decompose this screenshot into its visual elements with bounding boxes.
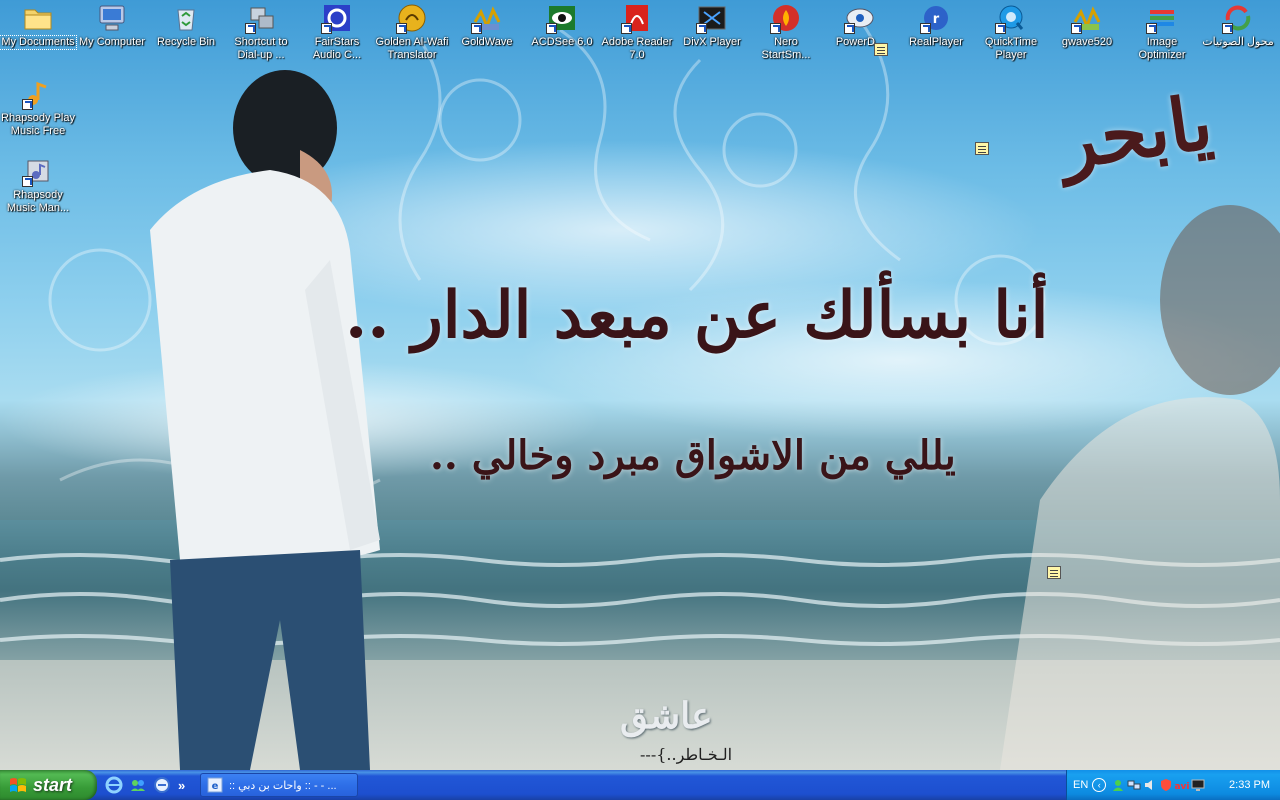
desktop-icon-my-documents[interactable]: My Documents [0,2,77,50]
sticky-note-icon[interactable] [975,142,989,155]
gwave-icon [1071,2,1103,34]
outlook-express-icon[interactable] [152,775,172,795]
internet-explorer-icon[interactable] [104,775,124,795]
dialup-icon [245,2,277,34]
start-label: start [33,774,73,795]
desktop-icon-divx-player[interactable]: DivX Player [674,2,750,49]
desktop-icon-goldwave[interactable]: GoldWave [449,2,525,49]
wallpaper-signature-sub: الـخـاطر..}--- [640,745,733,764]
language-indicator[interactable]: EN [1073,779,1088,791]
desktop-icon-recycle-bin[interactable]: Recycle Bin [148,2,224,49]
wallpaper-poem-line-1: أنا بسألك عن مبعد الدار .. [345,278,1049,353]
security-tray-icon[interactable] [1159,778,1173,792]
svg-text:avi: avi [1175,782,1189,792]
rhapsody-manager-icon [22,155,54,187]
desktop-icon-my-computer[interactable]: My Computer [74,2,150,49]
taskbar-window-title: :: واحات بن دبي :: - - ... [229,779,337,792]
desktop-icon-quicktime[interactable]: QuickTime Player [973,2,1049,62]
sticky-note-icon[interactable] [874,43,888,56]
image-optimizer-icon [1146,2,1178,34]
wallpaper-signature: عاشق [620,695,713,737]
desktop-icon-realplayer[interactable]: r RealPlayer [898,2,974,49]
goldwave-icon [471,2,503,34]
realplayer-icon: r [920,2,952,34]
computer-icon [96,2,128,34]
desktop-icon-rhapsody-manager[interactable]: Rhapsody Music Man... [0,155,76,215]
nero-icon [770,2,802,34]
taskbar-window-button[interactable]: e :: واحات بن دبي :: - - ... [200,773,358,797]
desktop-wallpaper: يابحر أنا بسألك عن مبعد الدار .. يللي من… [0,0,1280,770]
powerdvd-icon [844,2,876,34]
desktop-icon-nero[interactable]: Nero StartSm... [748,2,824,62]
desktop-icon-dialup-shortcut[interactable]: Shortcut to Dial-up ... [223,2,299,62]
desktop-icon-image-optimizer[interactable]: Image Optimizer [1124,2,1200,62]
svg-text:e: e [212,781,219,792]
show-hidden-icons-chevron-icon[interactable]: ‹ [1092,778,1107,792]
wallpaper-poem-line-2: يللي من الاشواق مبرد وخالي .. [430,432,956,479]
rhapsody-play-icon [22,78,54,110]
desktop-icon-adobe-reader[interactable]: Adobe Reader 7.0 [599,2,675,62]
quick-launch-bar: » [104,774,185,796]
audio-converter-icon [1222,2,1254,34]
taskbar: start » e :: واحات بن دبي :: - - ... EN … [0,770,1280,800]
quick-launch-more-chevron[interactable]: » [178,778,185,793]
sticky-note-icon[interactable] [1047,566,1061,579]
desktop-icon-audio-converter[interactable]: محول الصوتيات [1200,2,1276,49]
recycle-bin-icon [170,2,202,34]
acdsee-icon [546,2,578,34]
quicktime-icon [995,2,1027,34]
desktop-icon-acdsee[interactable]: ACDSee 6.0 [524,2,600,49]
messenger-tray-icon[interactable] [1111,778,1125,792]
fairstars-icon [321,2,353,34]
adobe-reader-icon [621,2,653,34]
antivirus-tray-icon[interactable]: avi [1175,778,1189,792]
display-tray-icon[interactable] [1191,778,1205,792]
desktop-icon-powerdvd[interactable]: PowerD... [822,2,898,49]
system-tray: EN ‹ avi 2:33 PM [1066,770,1280,800]
network-tray-icon[interactable] [1127,778,1141,792]
divx-icon [696,2,728,34]
translator-icon [396,2,428,34]
desktop-icon-rhapsody-play[interactable]: Rhapsody Play Music Free [0,78,76,138]
start-button[interactable]: start [0,770,97,800]
speaker-tray-icon[interactable] [1143,778,1157,792]
system-clock[interactable]: 2:33 PM [1229,779,1270,791]
desktop-icon-fairstars[interactable]: FairStars Audio C... [299,2,375,62]
desktop-icon-gwave520[interactable]: gwave520 [1049,2,1125,49]
folder-icon [22,2,54,34]
internet-explorer-icon: e [207,777,223,793]
svg-text:r: r [933,12,940,27]
msn-messenger-icon[interactable] [128,775,148,795]
windows-flag-icon [10,778,26,792]
desktop-icon-golden-alwafi[interactable]: Golden Al-Wafi Translator [374,2,450,62]
